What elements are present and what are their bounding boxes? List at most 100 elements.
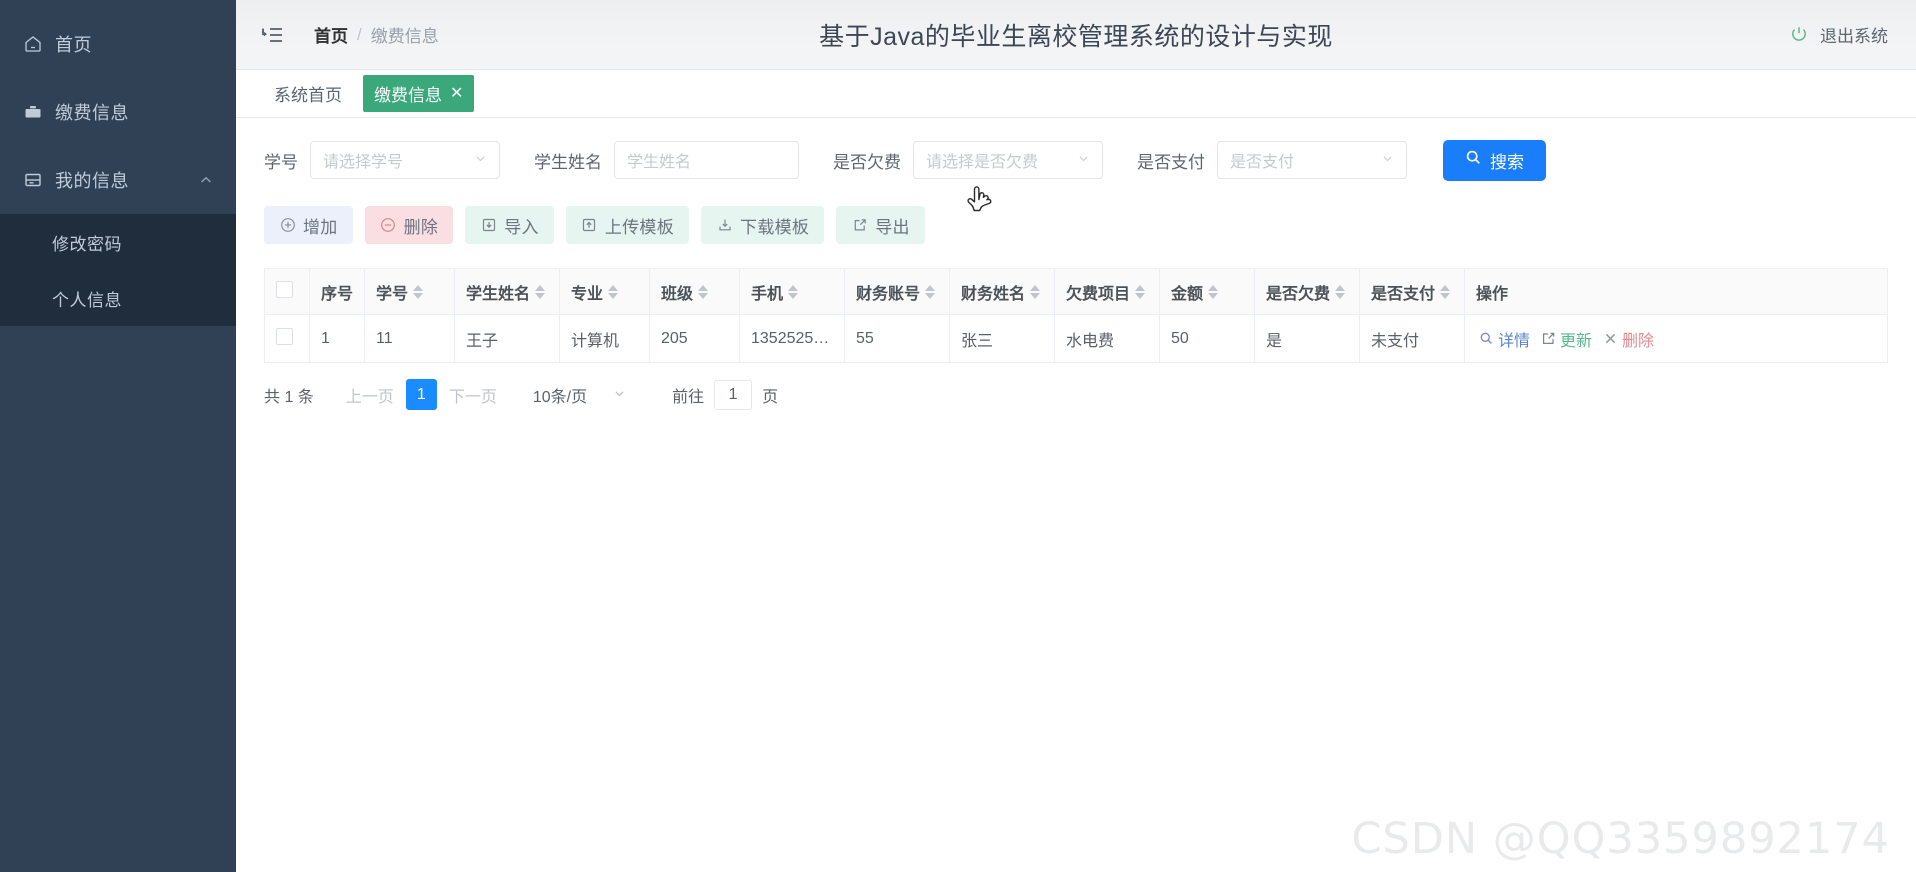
sort-icon[interactable] <box>788 284 799 299</box>
row-delete-button[interactable]: 删除 <box>1600 327 1657 351</box>
content-area: 学号 请选择学号 学生姓名 学生姓名 是否欠费 请选择是否欠费 是否支付 是否支… <box>236 118 1916 872</box>
pagination-page-1[interactable]: 1 <box>405 379 437 410</box>
row-detail-button[interactable]: 详情 <box>1476 327 1533 351</box>
sort-icon[interactable] <box>413 284 424 299</box>
column-label: 序号 <box>321 285 354 303</box>
table-header-is-paid[interactable]: 是否支付 <box>1359 268 1465 315</box>
student-name-input[interactable]: 学生姓名 <box>614 141 799 179</box>
table-header-is-owing[interactable]: 是否欠费 <box>1254 268 1360 315</box>
sort-icon[interactable] <box>1208 284 1219 299</box>
filter-is-owing: 是否欠费 请选择是否欠费 <box>833 141 1103 179</box>
logout-button[interactable]: 退出系统 <box>1788 22 1888 47</box>
table-body: 1 11 王子 计算机 205 13525252525 55 张三 水电费 50… <box>264 314 1888 363</box>
sidebar-subitem-change-password[interactable]: 修改密码 <box>0 214 236 270</box>
sort-icon[interactable] <box>698 284 709 299</box>
tab-payment-info[interactable]: 缴费信息 ✕ <box>363 75 475 112</box>
download-template-button[interactable]: 下载模板 <box>701 206 825 244</box>
table-header-amount[interactable]: 金额 <box>1159 268 1255 315</box>
is-paid-select[interactable]: 是否支付 <box>1217 141 1407 179</box>
is-owing-select[interactable]: 请选择是否欠费 <box>913 141 1103 179</box>
sort-icon[interactable] <box>1030 284 1041 299</box>
table-header-row: 序号 学号 学生姓名 专业 班级 手机 财务账号 财务姓名 欠费项目 金额 是否… <box>264 268 1888 315</box>
pagination-jump-input[interactable]: 1 <box>714 379 753 410</box>
export-button[interactable]: 导出 <box>836 206 925 244</box>
column-label: 金额 <box>1171 285 1204 303</box>
row-checkbox[interactable] <box>276 327 293 345</box>
cell-class: 205 <box>649 314 740 363</box>
filter-label: 是否支付 <box>1137 152 1205 172</box>
chevron-down-icon <box>1381 152 1394 168</box>
sidebar-item-label: 首页 <box>55 35 92 55</box>
tab-label: 缴费信息 <box>374 86 442 105</box>
sort-icon[interactable] <box>1135 284 1146 299</box>
logout-label: 退出系统 <box>1820 27 1888 46</box>
filter-label: 学号 <box>264 152 298 172</box>
filter-student-no: 学号 请选择学号 <box>264 141 500 179</box>
breadcrumb-current: 缴费信息 <box>370 27 439 46</box>
action-label: 删除 <box>403 217 439 237</box>
cell-student-no: 11 <box>364 314 455 363</box>
sidebar-item-my-info[interactable]: 我的信息 <box>0 146 236 214</box>
page-size-label: 10条/页 <box>532 388 588 406</box>
chevron-down-icon <box>1077 152 1090 168</box>
action-label: 增加 <box>303 217 338 237</box>
sidebar-item-home[interactable]: 首页 <box>0 10 236 78</box>
close-x-icon <box>1605 333 1616 344</box>
select-all-checkbox[interactable] <box>276 280 293 298</box>
sidebar-item-label: 缴费信息 <box>55 103 129 123</box>
sort-icon[interactable] <box>535 284 546 299</box>
sort-icon[interactable] <box>925 284 936 299</box>
cell-finance-account: 55 <box>844 314 950 363</box>
table-header-class[interactable]: 班级 <box>649 268 740 315</box>
sort-icon[interactable] <box>1440 284 1451 299</box>
add-button[interactable]: 增加 <box>264 206 353 244</box>
search-button[interactable]: 搜索 <box>1443 139 1546 181</box>
column-label: 手机 <box>751 285 784 303</box>
op-label: 更新 <box>1560 332 1593 350</box>
import-button[interactable]: 导入 <box>465 206 554 244</box>
student-no-select[interactable]: 请选择学号 <box>310 141 500 179</box>
chevron-up-icon[interactable] <box>198 172 214 188</box>
jump-suffix-label: 页 <box>762 388 779 406</box>
table-header: 序号 学号 学生姓名 专业 班级 手机 财务账号 财务姓名 欠费项目 金额 是否… <box>264 268 1888 315</box>
sidebar-submenu-my-info: 修改密码 个人信息 <box>0 214 236 326</box>
tab-system-home[interactable]: 系统首页 <box>263 75 353 112</box>
hamburger-indent-icon[interactable] <box>260 22 286 48</box>
column-label: 操作 <box>1476 285 1509 303</box>
tab-bar: 系统首页 缴费信息 ✕ <box>236 70 1916 118</box>
table-header-student-name[interactable]: 学生姓名 <box>454 268 560 315</box>
filter-label: 学生姓名 <box>534 152 602 172</box>
sort-icon[interactable] <box>1335 284 1346 299</box>
sort-icon[interactable] <box>608 284 619 299</box>
sidebar-item-payment-info[interactable]: 缴费信息 <box>0 78 236 146</box>
select-placeholder: 是否支付 <box>1230 154 1295 171</box>
pagination-prev-button[interactable]: 上一页 <box>346 383 394 407</box>
edit-square-icon <box>1543 332 1555 344</box>
export-icon <box>851 217 868 234</box>
filter-label: 是否欠费 <box>833 152 901 172</box>
action-label: 下载模板 <box>740 217 810 237</box>
search-filter-bar: 学号 请选择学号 学生姓名 学生姓名 是否欠费 请选择是否欠费 是否支付 是否支… <box>264 139 1888 181</box>
table-header-index: 序号 <box>309 268 365 315</box>
table-header-phone[interactable]: 手机 <box>739 268 845 315</box>
table-header-fee-item[interactable]: 欠费项目 <box>1054 268 1160 315</box>
column-label: 是否支付 <box>1371 285 1436 303</box>
row-update-button[interactable]: 更新 <box>1538 327 1595 351</box>
table-header-major[interactable]: 专业 <box>559 268 650 315</box>
sidebar-subitem-personal-info[interactable]: 个人信息 <box>0 270 236 326</box>
home-icon <box>20 31 46 57</box>
cell-ops: 详情 更新 删除 <box>1464 314 1888 363</box>
pagination-next-button[interactable]: 下一页 <box>449 383 497 407</box>
delete-button[interactable]: 删除 <box>364 206 454 244</box>
tab-label: 系统首页 <box>274 86 342 105</box>
breadcrumb-home[interactable]: 首页 <box>314 22 348 47</box>
plus-circle-icon <box>279 217 296 234</box>
pagination-page-size-select[interactable]: 10条/页 <box>533 383 626 407</box>
close-icon[interactable]: ✕ <box>450 85 463 102</box>
table-header-finance-name[interactable]: 财务姓名 <box>949 268 1055 315</box>
pagination: 共 1 条 上一页 1 下一页 10条/页 前往 1 页 <box>264 379 1888 410</box>
table-header-finance-account[interactable]: 财务账号 <box>844 268 950 315</box>
upload-template-button[interactable]: 上传模板 <box>565 206 690 244</box>
table-header-student-no[interactable]: 学号 <box>364 268 455 315</box>
action-label: 上传模板 <box>604 217 675 237</box>
